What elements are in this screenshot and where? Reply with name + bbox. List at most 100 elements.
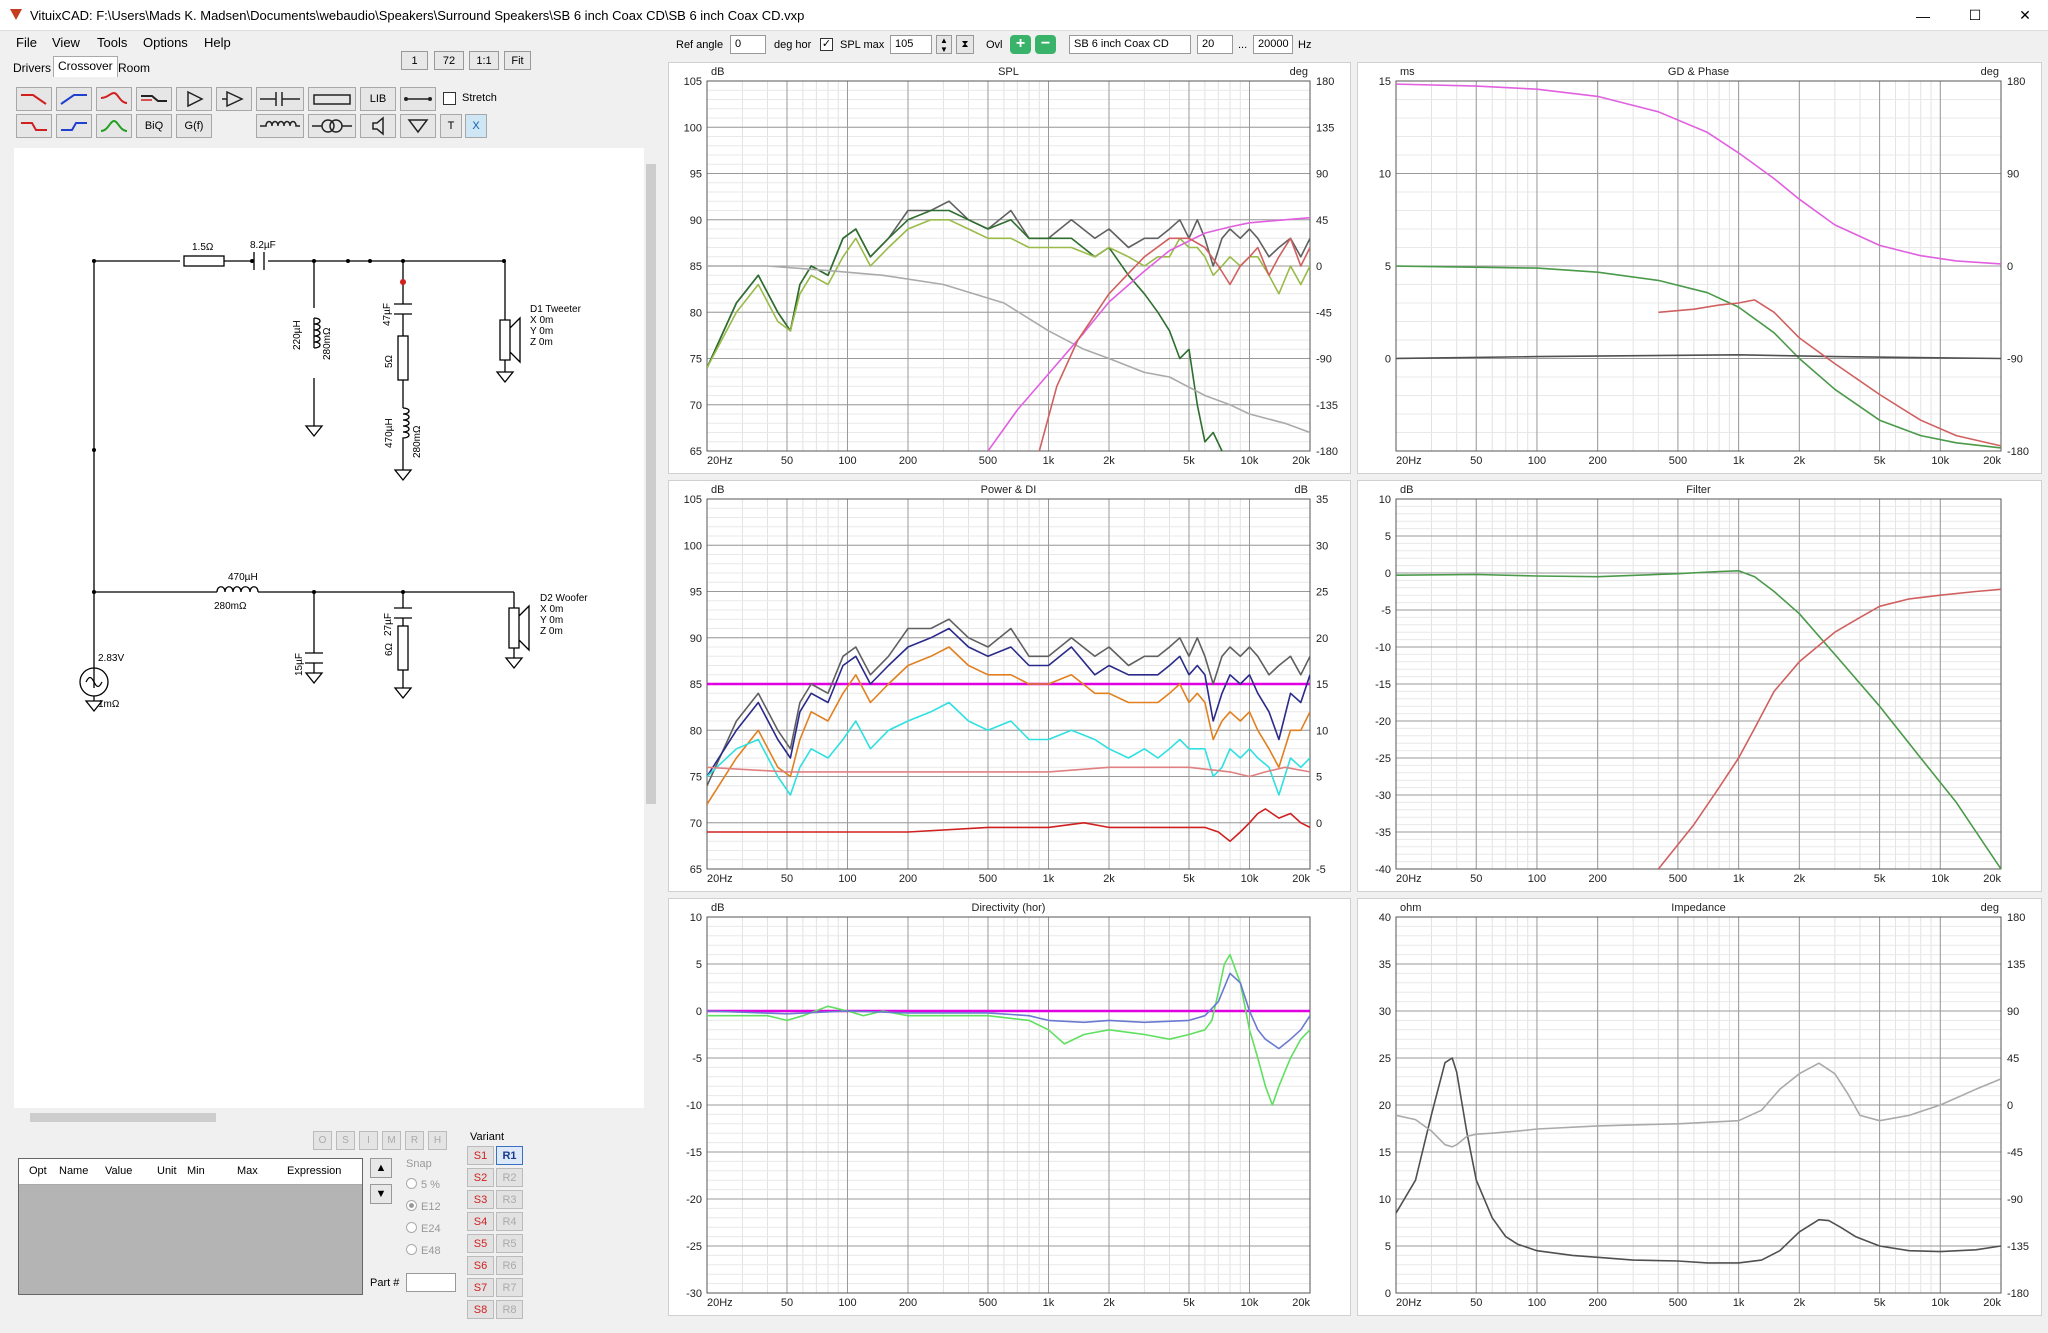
highpass-blue-2-tool[interactable]	[56, 114, 92, 138]
chart-power-di[interactable]: 20Hz 50 100 200 500 1k 2k 5k 10k 20k 65 70 75 80 85 90 9…	[668, 480, 1351, 892]
lowpass-red-tool[interactable]	[16, 87, 52, 111]
stretch-checkbox[interactable]	[443, 92, 456, 105]
minimize-button[interactable]: —	[1900, 0, 1946, 31]
opt-m-button[interactable]: M	[382, 1131, 401, 1150]
zoom-1-button[interactable]: 1	[401, 51, 428, 70]
chart-directivity[interactable]: 20Hz 50 100 200 500 1k 2k 5k 10k 20k -30 -25 -20 -15-…	[668, 898, 1351, 1316]
menu-options[interactable]: Options	[143, 35, 188, 50]
freq-min-input[interactable]: 20	[1197, 35, 1233, 54]
highpass-blue-tool[interactable]	[56, 87, 92, 111]
y2-tick-label: -180	[1316, 446, 1338, 458]
opamp-tool[interactable]	[216, 87, 252, 111]
opt-h-button[interactable]: H	[428, 1131, 447, 1150]
variant-s1-button[interactable]: S1	[467, 1146, 494, 1165]
variant-r8-button[interactable]: R8	[496, 1300, 523, 1319]
maximize-button[interactable]: ☐	[1952, 0, 1998, 31]
variant-r4-button[interactable]: R4	[496, 1212, 523, 1231]
opt-r-button[interactable]: R	[405, 1131, 424, 1150]
lowpass-red-2-tool[interactable]	[16, 114, 52, 138]
zoom-1to1-button[interactable]: 1:1	[469, 51, 499, 70]
ground-tool[interactable]	[400, 114, 436, 138]
opt-i-button[interactable]: I	[359, 1131, 378, 1150]
hscroll-thumb[interactable]	[30, 1113, 216, 1122]
chart-spl[interactable]: 20Hz 50 100 200 500 1k 2k 5k 10k 20k 65 70 75 80 85 90 9…	[668, 62, 1351, 474]
overlay-name-select[interactable]: SB 6 inch Coax CD	[1069, 35, 1191, 54]
splmax-spinner[interactable]: ▲ ▼	[936, 35, 952, 54]
text-tool[interactable]: T	[440, 114, 462, 138]
col-min[interactable]: Min	[187, 1165, 205, 1177]
tab-drivers[interactable]: Drivers	[8, 58, 56, 76]
chart-impedance[interactable]: 20Hz 50 100 200 500 1k 2k 5k 10k 20k 0 5 10 15 20 25 30 3…	[1357, 898, 2042, 1316]
opt-o-button[interactable]: O	[313, 1131, 332, 1150]
variant-r7-button[interactable]: R7	[496, 1278, 523, 1297]
col-max[interactable]: Max	[237, 1165, 258, 1177]
chart-filter[interactable]: 20Hz 50 100 200 500 1k 2k 5k 10k 20k -40 -35 -30 -25-…	[1357, 480, 2042, 892]
y2-axis-label: deg	[1290, 66, 1308, 78]
variant-s5-button[interactable]: S5	[467, 1234, 494, 1253]
remove-overlay-button[interactable]: −	[1035, 35, 1056, 54]
buffer-tool[interactable]	[176, 87, 212, 111]
variant-r1-button[interactable]: R1	[496, 1146, 523, 1165]
variant-s7-button[interactable]: S7	[467, 1278, 494, 1297]
shelf-tool[interactable]	[136, 87, 172, 111]
col-value[interactable]: Value	[105, 1165, 132, 1177]
menu-tools[interactable]: Tools	[97, 35, 127, 50]
driver-tool[interactable]	[360, 114, 396, 138]
ref-angle-input[interactable]: 0	[730, 35, 766, 54]
col-expression[interactable]: Expression	[287, 1165, 341, 1177]
col-unit[interactable]: Unit	[157, 1165, 177, 1177]
close-button[interactable]: ✕	[2002, 0, 2048, 31]
splmax-input[interactable]: 105	[890, 35, 932, 54]
menu-file[interactable]: File	[16, 35, 37, 50]
transformer-tool[interactable]	[308, 114, 356, 138]
add-overlay-button[interactable]: +	[1010, 35, 1031, 54]
bandpass-green-tool[interactable]	[96, 114, 132, 138]
variant-r3-button[interactable]: R3	[496, 1190, 523, 1209]
snap-5pct[interactable]: 5 %	[406, 1178, 440, 1191]
col-opt[interactable]: Opt	[29, 1165, 47, 1177]
variant-r6-button[interactable]: R6	[496, 1256, 523, 1275]
splmax-checkbox[interactable]: ✓	[820, 38, 833, 51]
transfer-function-tool[interactable]: G(f)	[176, 114, 212, 138]
menu-help[interactable]: Help	[204, 35, 231, 50]
variant-s6-button[interactable]: S6	[467, 1256, 494, 1275]
capacitor-tool[interactable]	[256, 87, 304, 111]
schematic-canvas[interactable]: 1.5Ω 8.2µF 220µH 280mΩ 47µF 5Ω 470µH 280…	[14, 148, 644, 1108]
y-tick-label: 15	[1379, 1147, 1391, 1159]
freq-max-input[interactable]: 20000	[1253, 35, 1293, 54]
variant-r2-button[interactable]: R2	[496, 1168, 523, 1187]
variant-s8-button[interactable]: S8	[467, 1300, 494, 1319]
biquad-tool[interactable]: BiQ	[136, 114, 172, 138]
x-tick-label: 2k	[1794, 873, 1806, 885]
move-down-button[interactable]: ▼	[370, 1184, 392, 1204]
peak-red-tool[interactable]	[96, 87, 132, 111]
schematic-hscroll[interactable]	[14, 1110, 644, 1124]
snap-e12[interactable]: E12	[406, 1200, 441, 1213]
variant-s3-button[interactable]: S3	[467, 1190, 494, 1209]
variant-s4-button[interactable]: S4	[467, 1212, 494, 1231]
zoom-72-button[interactable]: 72	[434, 51, 464, 70]
vscroll-thumb[interactable]	[646, 164, 656, 804]
snap-e48[interactable]: E48	[406, 1244, 441, 1257]
menu-view[interactable]: View	[52, 35, 80, 50]
resistor-tool[interactable]	[308, 87, 356, 111]
wire-tool[interactable]	[400, 87, 436, 111]
variant-r5-button[interactable]: R5	[496, 1234, 523, 1253]
chart-gd-phase[interactable]: 20Hz 50 100 200 500 1k 2k 5k 10k 20k 0 5 10 15 -180 -90…	[1357, 62, 2042, 474]
tab-room[interactable]: Room	[113, 58, 155, 76]
snap-e24[interactable]: E24	[406, 1222, 441, 1235]
library-tool[interactable]: LIB	[360, 87, 396, 111]
col-name[interactable]: Name	[59, 1165, 88, 1177]
opt-s-button[interactable]: S	[336, 1131, 355, 1150]
parameter-grid[interactable]: Opt Name Value Unit Min Max Expression	[18, 1158, 363, 1295]
part-input[interactable]	[406, 1273, 456, 1292]
variant-s2-button[interactable]: S2	[467, 1168, 494, 1187]
zoom-fit-button[interactable]: Fit	[504, 51, 531, 70]
delete-tool[interactable]: X	[465, 114, 487, 138]
tab-crossover[interactable]: Crossover	[53, 56, 118, 77]
move-up-button[interactable]: ▲	[370, 1158, 392, 1178]
inductor-tool[interactable]	[256, 114, 304, 138]
x-tick-label: 20Hz	[1396, 873, 1422, 885]
splmax-auto-button[interactable]: ⧗	[956, 35, 974, 54]
schematic-vscroll[interactable]	[644, 148, 658, 1108]
